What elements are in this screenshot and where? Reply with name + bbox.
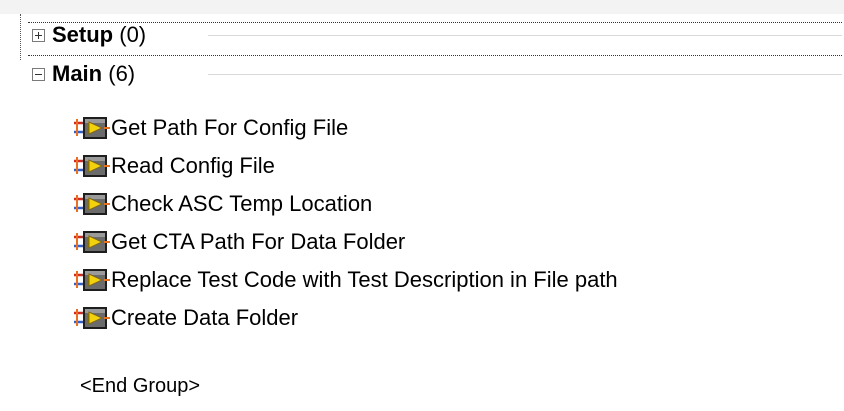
- step-row[interactable]: Check ASC Temp Location: [74, 186, 372, 222]
- step-label: Create Data Folder: [111, 305, 299, 330]
- step-row[interactable]: Replace Test Code with Test Description …: [74, 262, 618, 298]
- group-row-setup[interactable]: Setup (0): [0, 17, 842, 53]
- end-group-marker[interactable]: <End Group>: [80, 368, 200, 404]
- step-label: Get CTA Path For Data Folder: [111, 229, 406, 254]
- step-label: Read Config File: [111, 153, 275, 178]
- group-separator-line: [208, 74, 842, 75]
- group-count: (0): [119, 22, 147, 47]
- vi-step-icon: [74, 305, 110, 331]
- group-label-main: Main (6): [52, 56, 135, 92]
- collapse-minus-icon[interactable]: [32, 68, 45, 81]
- vi-step-icon: [74, 267, 110, 293]
- group-count: (6): [108, 61, 136, 86]
- step-label: Check ASC Temp Location: [111, 191, 373, 216]
- step-row[interactable]: Get Path For Config File: [74, 110, 348, 146]
- step-label: Replace Test Code with Test Description …: [111, 267, 618, 292]
- step-row[interactable]: Read Config File: [74, 148, 275, 184]
- step-row[interactable]: Get CTA Path For Data Folder: [74, 224, 405, 260]
- group-name: Setup: [52, 22, 114, 47]
- vi-step-icon: [74, 153, 110, 179]
- vi-step-icon: [74, 191, 110, 217]
- expand-plus-icon[interactable]: [32, 29, 45, 42]
- group-separator-line: [208, 35, 842, 36]
- group-name: Main: [52, 61, 103, 86]
- group-row-main[interactable]: Main (6): [0, 56, 842, 92]
- step-row[interactable]: Create Data Folder: [74, 300, 298, 336]
- vi-step-icon: [74, 229, 110, 255]
- step-label: Get Path For Config File: [111, 115, 349, 140]
- group-label-setup: Setup (0): [52, 17, 146, 53]
- top-strip: [0, 0, 844, 15]
- vi-step-icon: [74, 115, 110, 141]
